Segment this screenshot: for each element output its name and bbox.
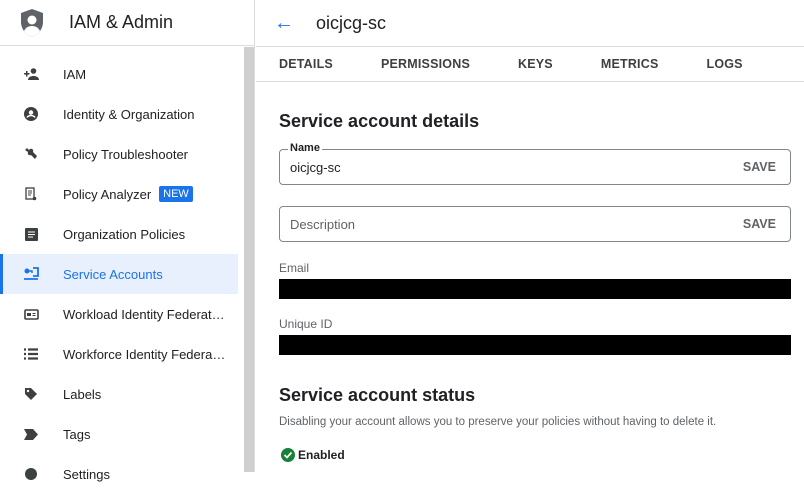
sidebar-item-label: Policy Troubleshooter <box>63 146 189 162</box>
label-icon <box>23 386 39 402</box>
sidebar-item-tags[interactable]: Tags <box>0 414 238 454</box>
service-account-icon <box>23 266 39 282</box>
id-card-icon <box>23 306 39 322</box>
tab-permissions[interactable]: PERMISSIONS <box>381 57 470 71</box>
sidebar-scrollbar[interactable] <box>244 47 254 472</box>
sidebar-item-label: Organization Policies <box>63 226 186 242</box>
sidebar-item-label: Policy Analyzer <box>63 186 152 202</box>
unique-id-label: Unique ID <box>279 317 333 331</box>
sidebar-item-label: Service Accounts <box>63 266 163 282</box>
name-label: Name <box>288 142 322 154</box>
sidebar: IAM & Admin IAM Identity & Organization Po… <box>0 0 255 482</box>
settings-icon <box>23 466 39 482</box>
unique-id-redacted <box>279 335 791 355</box>
sidebar-header: IAM & Admin <box>0 0 254 46</box>
email-label: Email <box>279 261 310 275</box>
email-redacted <box>279 279 791 299</box>
sidebar-item-service-accounts[interactable]: Service Accounts <box>0 254 238 294</box>
sidebar-item-label: IAM <box>63 66 87 82</box>
page-title: oicjcg-sc <box>316 12 387 33</box>
person-add-icon <box>23 66 39 82</box>
sidebar-item-settings[interactable]: Settings <box>0 454 238 494</box>
description-placeholder: Description <box>290 216 356 232</box>
sidebar-item-label: Settings <box>63 466 110 482</box>
sidebar-item-iam[interactable]: IAM <box>0 54 238 94</box>
sidebar-item-organization-policies[interactable]: Organization Policies <box>0 214 238 254</box>
tag-icon <box>23 426 39 442</box>
tab-bar: DETAILS PERMISSIONS KEYS METRICS LOGS <box>256 46 804 82</box>
back-arrow-icon[interactable]: ← <box>274 12 294 35</box>
sidebar-item-policy-analyzer[interactable]: Policy Analyzer NEW <box>0 174 238 214</box>
tab-keys[interactable]: KEYS <box>518 57 553 71</box>
sidebar-item-workload-identity-federat[interactable]: Workload Identity Federat… <box>0 294 238 334</box>
wrench-icon <box>23 146 39 162</box>
sidebar-item-label: Labels <box>63 386 102 402</box>
main-content: ← oicjcg-sc DETAILS PERMISSIONS KEYS MET… <box>256 0 804 472</box>
name-field[interactable]: Name oicjcg-sc SAVE <box>279 142 791 185</box>
sidebar-item-label: Identity & Organization <box>63 106 195 122</box>
new-badge: NEW <box>159 186 193 202</box>
status-description: Disabling your account allows you to pre… <box>279 416 717 428</box>
shield-person-icon <box>21 8 43 37</box>
document-search-icon <box>23 186 39 202</box>
sidebar-item-workforce-identity-federa[interactable]: Workforce Identity Federa… <box>0 334 238 374</box>
save-name-button[interactable]: SAVE <box>743 160 776 174</box>
sidebar-item-identity-organization[interactable]: Identity & Organization <box>0 94 238 134</box>
account-circle-icon <box>23 106 39 122</box>
sidebar-item-label: Workforce Identity Federa… <box>63 346 226 362</box>
status-heading: Service account status <box>279 385 476 405</box>
list-icon <box>23 346 39 362</box>
description-field[interactable]: Description SAVE <box>279 206 791 242</box>
sidebar-item-policy-troubleshooter[interactable]: Policy Troubleshooter <box>0 134 238 174</box>
name-value: oicjcg-sc <box>290 159 341 175</box>
save-description-button[interactable]: SAVE <box>743 217 776 231</box>
sidebar-item-label: Workload Identity Federat… <box>63 306 225 322</box>
status-badge: Enabled <box>281 448 345 462</box>
article-icon <box>23 226 39 242</box>
tab-logs[interactable]: LOGS <box>706 57 742 71</box>
sidebar-item-labels[interactable]: Labels <box>0 374 238 414</box>
check-circle-icon <box>281 448 295 462</box>
status-value: Enabled <box>298 448 345 462</box>
details-heading: Service account details <box>279 111 480 131</box>
product-title: IAM & Admin <box>69 12 174 32</box>
tab-details[interactable]: DETAILS <box>279 57 333 71</box>
sidebar-item-label: Tags <box>63 426 91 442</box>
tab-metrics[interactable]: METRICS <box>601 57 659 71</box>
